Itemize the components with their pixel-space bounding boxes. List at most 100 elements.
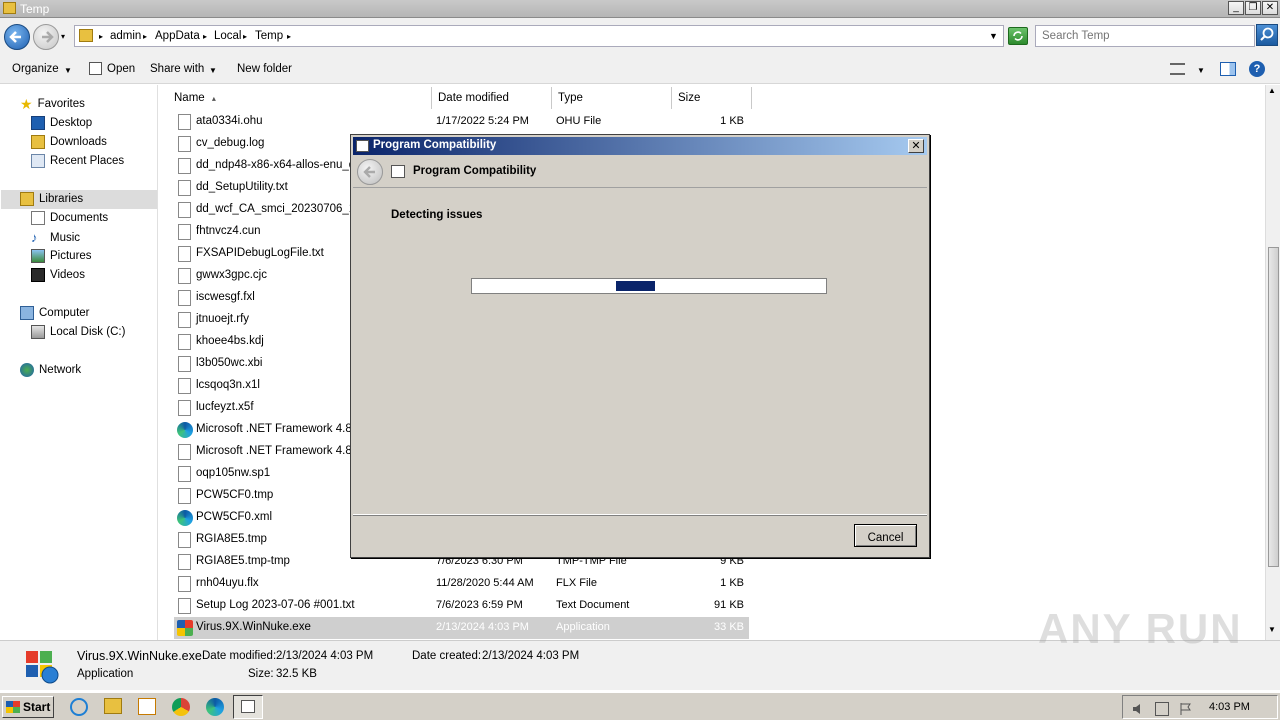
nav-network[interactable]: Network: [20, 363, 81, 377]
scroll-up-icon[interactable]: ▲: [1268, 86, 1276, 95]
nav-pictures[interactable]: Pictures: [31, 249, 92, 263]
edge-icon[interactable]: [206, 698, 224, 716]
nav-computer[interactable]: Computer: [20, 306, 90, 320]
share-with-chevron-icon[interactable]: ▼: [209, 66, 217, 75]
breadcrumb-admin[interactable]: admin: [110, 30, 141, 42]
nav-downloads[interactable]: Downloads: [31, 135, 107, 149]
breadcrumb-chevron-icon[interactable]: ▸: [287, 32, 291, 41]
program-compatibility-dialog: Program Compatibility ✕ Program Compatib…: [350, 134, 930, 558]
edge-file-icon: [177, 422, 193, 438]
scroll-thumb[interactable]: [1268, 247, 1279, 567]
program-compatibility-icon: [356, 140, 369, 152]
file-icon: [178, 268, 191, 284]
breadcrumb-local[interactable]: Local: [214, 30, 242, 42]
organize-menu[interactable]: Organize: [12, 63, 59, 75]
back-arrow-icon: [9, 31, 21, 43]
file-icon: [178, 378, 191, 394]
file-name: l3b050wc.xbi: [196, 357, 263, 369]
table-row[interactable]: Virus.9X.WinNuke.exe 2/13/2024 4:03 PM App…: [174, 617, 749, 639]
new-folder-button[interactable]: New folder: [237, 63, 292, 75]
file-icon: [178, 158, 191, 174]
nav-videos[interactable]: Videos: [31, 268, 85, 282]
media-player-icon[interactable]: [138, 698, 156, 715]
breadcrumb-chevron-icon[interactable]: ▸: [243, 32, 247, 41]
address-history-chevron-icon[interactable]: ▼: [989, 31, 998, 41]
program-compatibility-icon: [241, 700, 255, 713]
close-button[interactable]: ✕: [1262, 1, 1278, 15]
table-row[interactable]: rnh04uyu.flx 11/28/2020 5:44 AM FLX File 1 …: [174, 573, 749, 595]
breadcrumb-chevron-icon[interactable]: ▸: [143, 32, 147, 41]
address-bar[interactable]: ▸ admin ▸ AppData ▸ Local ▸ Temp ▸ ▼: [74, 25, 1004, 47]
network-tray-icon[interactable]: [1155, 702, 1169, 716]
nav-favorites[interactable]: ★ Favorites: [20, 97, 85, 111]
breadcrumb-chevron-icon[interactable]: ▸: [99, 32, 103, 41]
view-chevron-icon[interactable]: ▼: [1197, 66, 1205, 75]
vertical-scrollbar[interactable]: ▲ ▼: [1265, 85, 1280, 640]
organize-chevron-icon[interactable]: ▼: [64, 66, 72, 75]
forward-button[interactable]: [33, 24, 59, 50]
nav-label: Libraries: [39, 193, 84, 205]
breadcrumb-temp[interactable]: Temp: [255, 30, 283, 42]
progress-bar-fill: [616, 281, 655, 291]
nav-documents[interactable]: Documents: [31, 211, 108, 225]
nav-music[interactable]: ♪ Music: [31, 230, 80, 245]
nav-local-disk[interactable]: Local Disk (C:): [31, 325, 125, 339]
computer-icon: [20, 306, 34, 320]
file-type: Text Document: [556, 599, 630, 611]
dialog-close-button[interactable]: ✕: [908, 139, 924, 153]
chrome-icon[interactable]: [172, 698, 190, 716]
column-type[interactable]: Type: [552, 87, 672, 109]
preview-pane-icon[interactable]: [1220, 62, 1236, 76]
breadcrumb-chevron-icon[interactable]: ▸: [203, 32, 207, 41]
minimize-button[interactable]: _: [1228, 1, 1244, 15]
column-date-modified[interactable]: Date modified: [432, 87, 552, 109]
volume-icon[interactable]: [1131, 702, 1145, 716]
file-name: oqp105nw.sp1: [196, 467, 271, 479]
open-button[interactable]: Open: [107, 63, 135, 75]
watermark: ANY RUN: [1038, 605, 1243, 652]
table-row[interactable]: ata0334i.ohu 1/17/2022 5:24 PM OHU File 1 K…: [174, 111, 749, 133]
action-center-flag-icon[interactable]: [1179, 702, 1193, 716]
table-row[interactable]: Setup Log 2023-07-06 #001.txt 7/6/2023 6:…: [174, 595, 749, 617]
taskbar: Start 4:03 PM: [0, 692, 1280, 720]
view-options-icon[interactable]: [1170, 63, 1185, 75]
refresh-icon[interactable]: [1008, 27, 1028, 45]
file-name: jtnuoejt.rfy: [196, 313, 250, 325]
column-name-label: Name: [174, 92, 205, 104]
file-name: lcsqoq3n.x1l: [196, 379, 260, 391]
cancel-button[interactable]: Cancel: [854, 524, 917, 547]
file-icon: [178, 400, 191, 416]
desktop-icon: [31, 116, 45, 130]
start-button[interactable]: Start: [2, 696, 54, 718]
nav-desktop[interactable]: Desktop: [31, 116, 92, 130]
back-button[interactable]: [4, 24, 30, 50]
nav-label: Network: [39, 364, 82, 376]
file-name: Virus.9X.WinNuke.exe: [196, 621, 311, 633]
file-name: RGIA8E5.tmp: [196, 533, 267, 545]
file-icon: [178, 466, 191, 482]
window-title-bar[interactable]: Temp _ ❐ ✕: [0, 0, 1280, 18]
column-size[interactable]: Size: [672, 87, 752, 109]
breadcrumb-appdata[interactable]: AppData: [155, 30, 200, 42]
file-icon: [178, 334, 191, 350]
file-icon: [178, 356, 191, 372]
recent-pages-chevron-icon[interactable]: ▾: [61, 32, 65, 41]
taskbar-program-compatibility[interactable]: [233, 695, 263, 719]
search-button[interactable]: [1256, 24, 1278, 46]
file-name: gwwx3gpc.cjc: [196, 269, 267, 281]
share-with-menu[interactable]: Share with: [150, 63, 204, 75]
column-name[interactable]: Name ▴: [168, 87, 432, 109]
dialog-back-button[interactable]: [357, 159, 383, 185]
nav-recent-places[interactable]: Recent Places: [31, 154, 124, 168]
search-input[interactable]: [1035, 25, 1255, 47]
file-icon: [178, 136, 191, 152]
explorer-icon[interactable]: [104, 698, 122, 714]
help-icon[interactable]: ?: [1249, 61, 1265, 77]
file-icon: [178, 202, 191, 218]
scroll-down-icon[interactable]: ▼: [1268, 625, 1276, 634]
maximize-button[interactable]: ❐: [1245, 1, 1261, 15]
dialog-title-bar[interactable]: Program Compatibility ✕: [353, 137, 927, 155]
clock[interactable]: 4:03 PM: [1209, 701, 1250, 713]
nav-libraries[interactable]: Libraries: [20, 192, 83, 206]
internet-explorer-icon[interactable]: [70, 698, 88, 716]
